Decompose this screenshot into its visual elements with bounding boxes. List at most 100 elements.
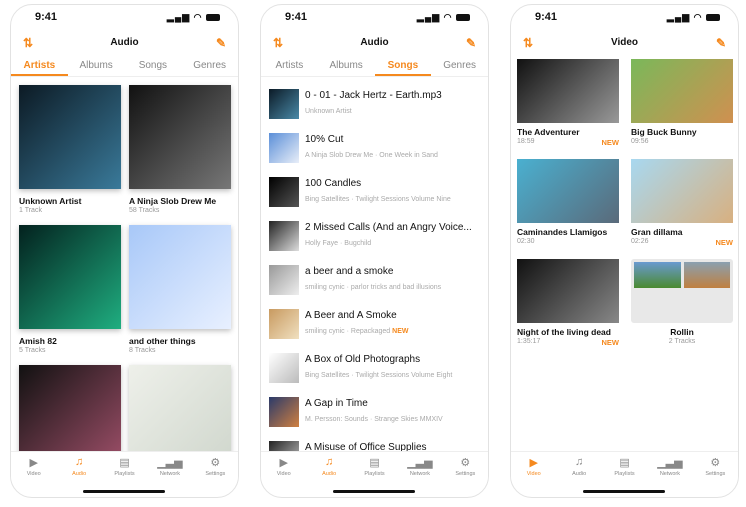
sort-icon[interactable]: ⇅ xyxy=(273,33,283,53)
artist-item[interactable]: and other things 8 Tracks xyxy=(129,225,231,354)
network-icon: ▁▃▅ xyxy=(157,457,183,469)
song-row[interactable]: 2 Missed Calls (And an Angry Voice... Hol… xyxy=(269,221,488,265)
video-meta: 18:59 NEW xyxy=(517,138,619,147)
nav-header: ⇅ Video ✎ xyxy=(511,33,738,53)
song-subtitle-line: M. Persson: Sounds · Strange Skies MMXIV xyxy=(305,416,443,423)
tabbar-item-settings[interactable]: ⚙ Settings xyxy=(443,452,488,483)
song-artwork xyxy=(269,89,299,119)
tabbar-label: Settings xyxy=(205,471,226,477)
tabbar-label: Audio xyxy=(322,471,337,477)
status-time: 9:41 xyxy=(535,11,558,23)
tabbar-item-playlists[interactable]: ▤ Playlists xyxy=(102,452,147,483)
song-title: A Beer and A Smoke xyxy=(305,310,397,321)
artist-item[interactable]: A Ninja Slob Drew Me 58 Tracks xyxy=(129,85,231,214)
status-time: 9:41 xyxy=(35,11,58,23)
artist-track-count: 8 Tracks xyxy=(129,347,156,354)
home-indicator xyxy=(83,490,165,493)
song-title: A Box of Old Photographs xyxy=(305,354,421,365)
song-row[interactable]: A Beer and A Smoke smiling cynic · Repack… xyxy=(269,309,488,353)
song-row[interactable]: 10% Cut A Ninja Slob Drew Me · One Week i… xyxy=(269,133,488,177)
tabbar-label: Audio xyxy=(572,471,587,477)
status-bar: 9:41 ▂▄▆ ◠ xyxy=(511,11,738,25)
artist-track-count: 58 Tracks xyxy=(129,207,160,214)
video-meta: 09:56 xyxy=(631,138,733,145)
tabbar-label: Network xyxy=(159,471,180,477)
signal-wifi-battery-icon: ▂▄▆ ◠ xyxy=(417,12,470,23)
tab-genres[interactable]: Genres xyxy=(431,57,488,76)
tab-genres[interactable]: Genres xyxy=(181,57,238,76)
song-subtitle-line: Holly Faye · Bugchild xyxy=(305,240,371,247)
song-subtitle: M. Persson: Sounds · Strange Skies MMXIV xyxy=(305,416,443,423)
signal-wifi-battery-icon: ▂▄▆ ◠ xyxy=(167,12,220,23)
song-title: 2 Missed Calls (And an Angry Voice... xyxy=(305,222,472,233)
playlist-icon: ▤ xyxy=(619,457,630,469)
video-item[interactable]: Gran dillama 02:26 NEW xyxy=(631,159,734,247)
song-row[interactable]: A Gap in Time M. Persson: Sounds · Strang… xyxy=(269,397,488,441)
music-note-icon: ♫ xyxy=(324,456,334,468)
page-title: Audio xyxy=(360,37,389,48)
audio-tabs: Artists Albums Songs Genres xyxy=(261,57,488,77)
tabbar-item-video[interactable]: ▶ Video xyxy=(511,452,556,483)
video-thumbnail xyxy=(631,159,733,223)
sort-icon[interactable]: ⇅ xyxy=(523,33,533,53)
edit-icon[interactable]: ✎ xyxy=(716,33,726,53)
tab-artists[interactable]: Artists xyxy=(11,57,68,76)
status-bar: 9:41 ▂▄▆ ◠ xyxy=(11,11,238,25)
video-title: The Adventurer xyxy=(517,127,580,137)
tabbar-item-audio[interactable]: ♫ Audio xyxy=(306,452,351,483)
song-row[interactable]: 0 - 01 - Jack Hertz - Earth.mp3 Unknown A… xyxy=(269,89,488,133)
home-indicator xyxy=(583,490,665,493)
song-artwork xyxy=(269,353,299,383)
song-artwork xyxy=(269,397,299,427)
song-artwork xyxy=(269,177,299,207)
video-duration: 18:59 xyxy=(517,138,535,145)
artist-item[interactable]: Amish 82 5 Tracks xyxy=(19,225,121,354)
video-duration: 1:35:17 xyxy=(517,338,541,345)
song-subtitle-line: Bing Satellites · Twilight Sessions Volu… xyxy=(305,196,451,203)
tab-albums[interactable]: Albums xyxy=(68,57,125,76)
song-subtitle: smiling cynic · Repackaged xyxy=(305,328,391,335)
song-row[interactable]: a beer and a smoke smiling cynic · parlor… xyxy=(269,265,488,309)
tab-albums[interactable]: Albums xyxy=(318,57,375,76)
video-item[interactable]: Caminandes Llamigos 02:30 xyxy=(517,159,619,245)
tabbar-item-settings[interactable]: ⚙ Settings xyxy=(693,452,738,483)
edit-icon[interactable]: ✎ xyxy=(216,33,226,53)
video-thumbnail xyxy=(631,59,733,123)
tabbar-item-network[interactable]: ▁▃▅ Network xyxy=(647,452,692,483)
artist-item[interactable]: Unknown Artist 1 Track xyxy=(19,85,121,214)
tab-songs[interactable]: Songs xyxy=(374,57,432,76)
tabbar-item-audio[interactable]: ♫ Audio xyxy=(56,452,101,483)
song-row[interactable]: 100 Candles Bing Satellites · Twilight Se… xyxy=(269,177,488,221)
signal-wifi-battery-icon: ▂▄▆ ◠ xyxy=(667,12,720,23)
tabbar-item-network[interactable]: ▁▃▅ Network xyxy=(397,452,442,483)
tabbar-item-video[interactable]: ▶ Video xyxy=(11,452,56,483)
tab-songs[interactable]: Songs xyxy=(125,57,182,76)
video-meta: 2 Tracks xyxy=(631,338,733,345)
video-item[interactable]: Night of the living dead 1:35:17 NEW xyxy=(517,259,619,347)
page-title: Video xyxy=(610,37,639,48)
edit-icon[interactable]: ✎ xyxy=(466,33,476,53)
tabbar-item-video[interactable]: ▶ Video xyxy=(261,452,306,483)
song-title: A Gap in Time xyxy=(305,398,368,409)
phone-screen-2: 9:41 ▂▄▆ ◠ ⇅ Video ✎ The Adventurer 18:59 NEW B… xyxy=(510,4,739,498)
tabbar-item-audio[interactable]: ♫ Audio xyxy=(556,452,601,483)
tabbar-item-settings[interactable]: ⚙ Settings xyxy=(193,452,238,483)
video-item[interactable]: Big Buck Bunny 09:56 xyxy=(631,59,733,145)
song-row[interactable]: A Box of Old Photographs Bing Satellites … xyxy=(269,353,488,397)
song-artwork xyxy=(269,309,299,339)
tabbar-item-playlists[interactable]: ▤ Playlists xyxy=(352,452,397,483)
video-item[interactable]: The Adventurer 18:59 NEW xyxy=(517,59,619,147)
music-note-icon: ♫ xyxy=(574,456,584,468)
tabbar-label: Playlists xyxy=(614,471,635,477)
video-meta: 02:26 NEW xyxy=(631,238,734,247)
tabbar-label: Settings xyxy=(455,471,476,477)
song-subtitle: Unknown Artist xyxy=(305,108,352,115)
playlist-icon: ▤ xyxy=(369,457,380,469)
new-badge: NEW xyxy=(715,238,734,247)
tab-artists[interactable]: Artists xyxy=(261,57,318,76)
tabbar-item-network[interactable]: ▁▃▅ Network xyxy=(147,452,192,483)
tabbar-item-playlists[interactable]: ▤ Playlists xyxy=(602,452,647,483)
video-item[interactable]: Rollin 2 Tracks xyxy=(631,259,733,345)
tabbar-label: Playlists xyxy=(114,471,135,477)
sort-icon[interactable]: ⇅ xyxy=(23,33,33,53)
